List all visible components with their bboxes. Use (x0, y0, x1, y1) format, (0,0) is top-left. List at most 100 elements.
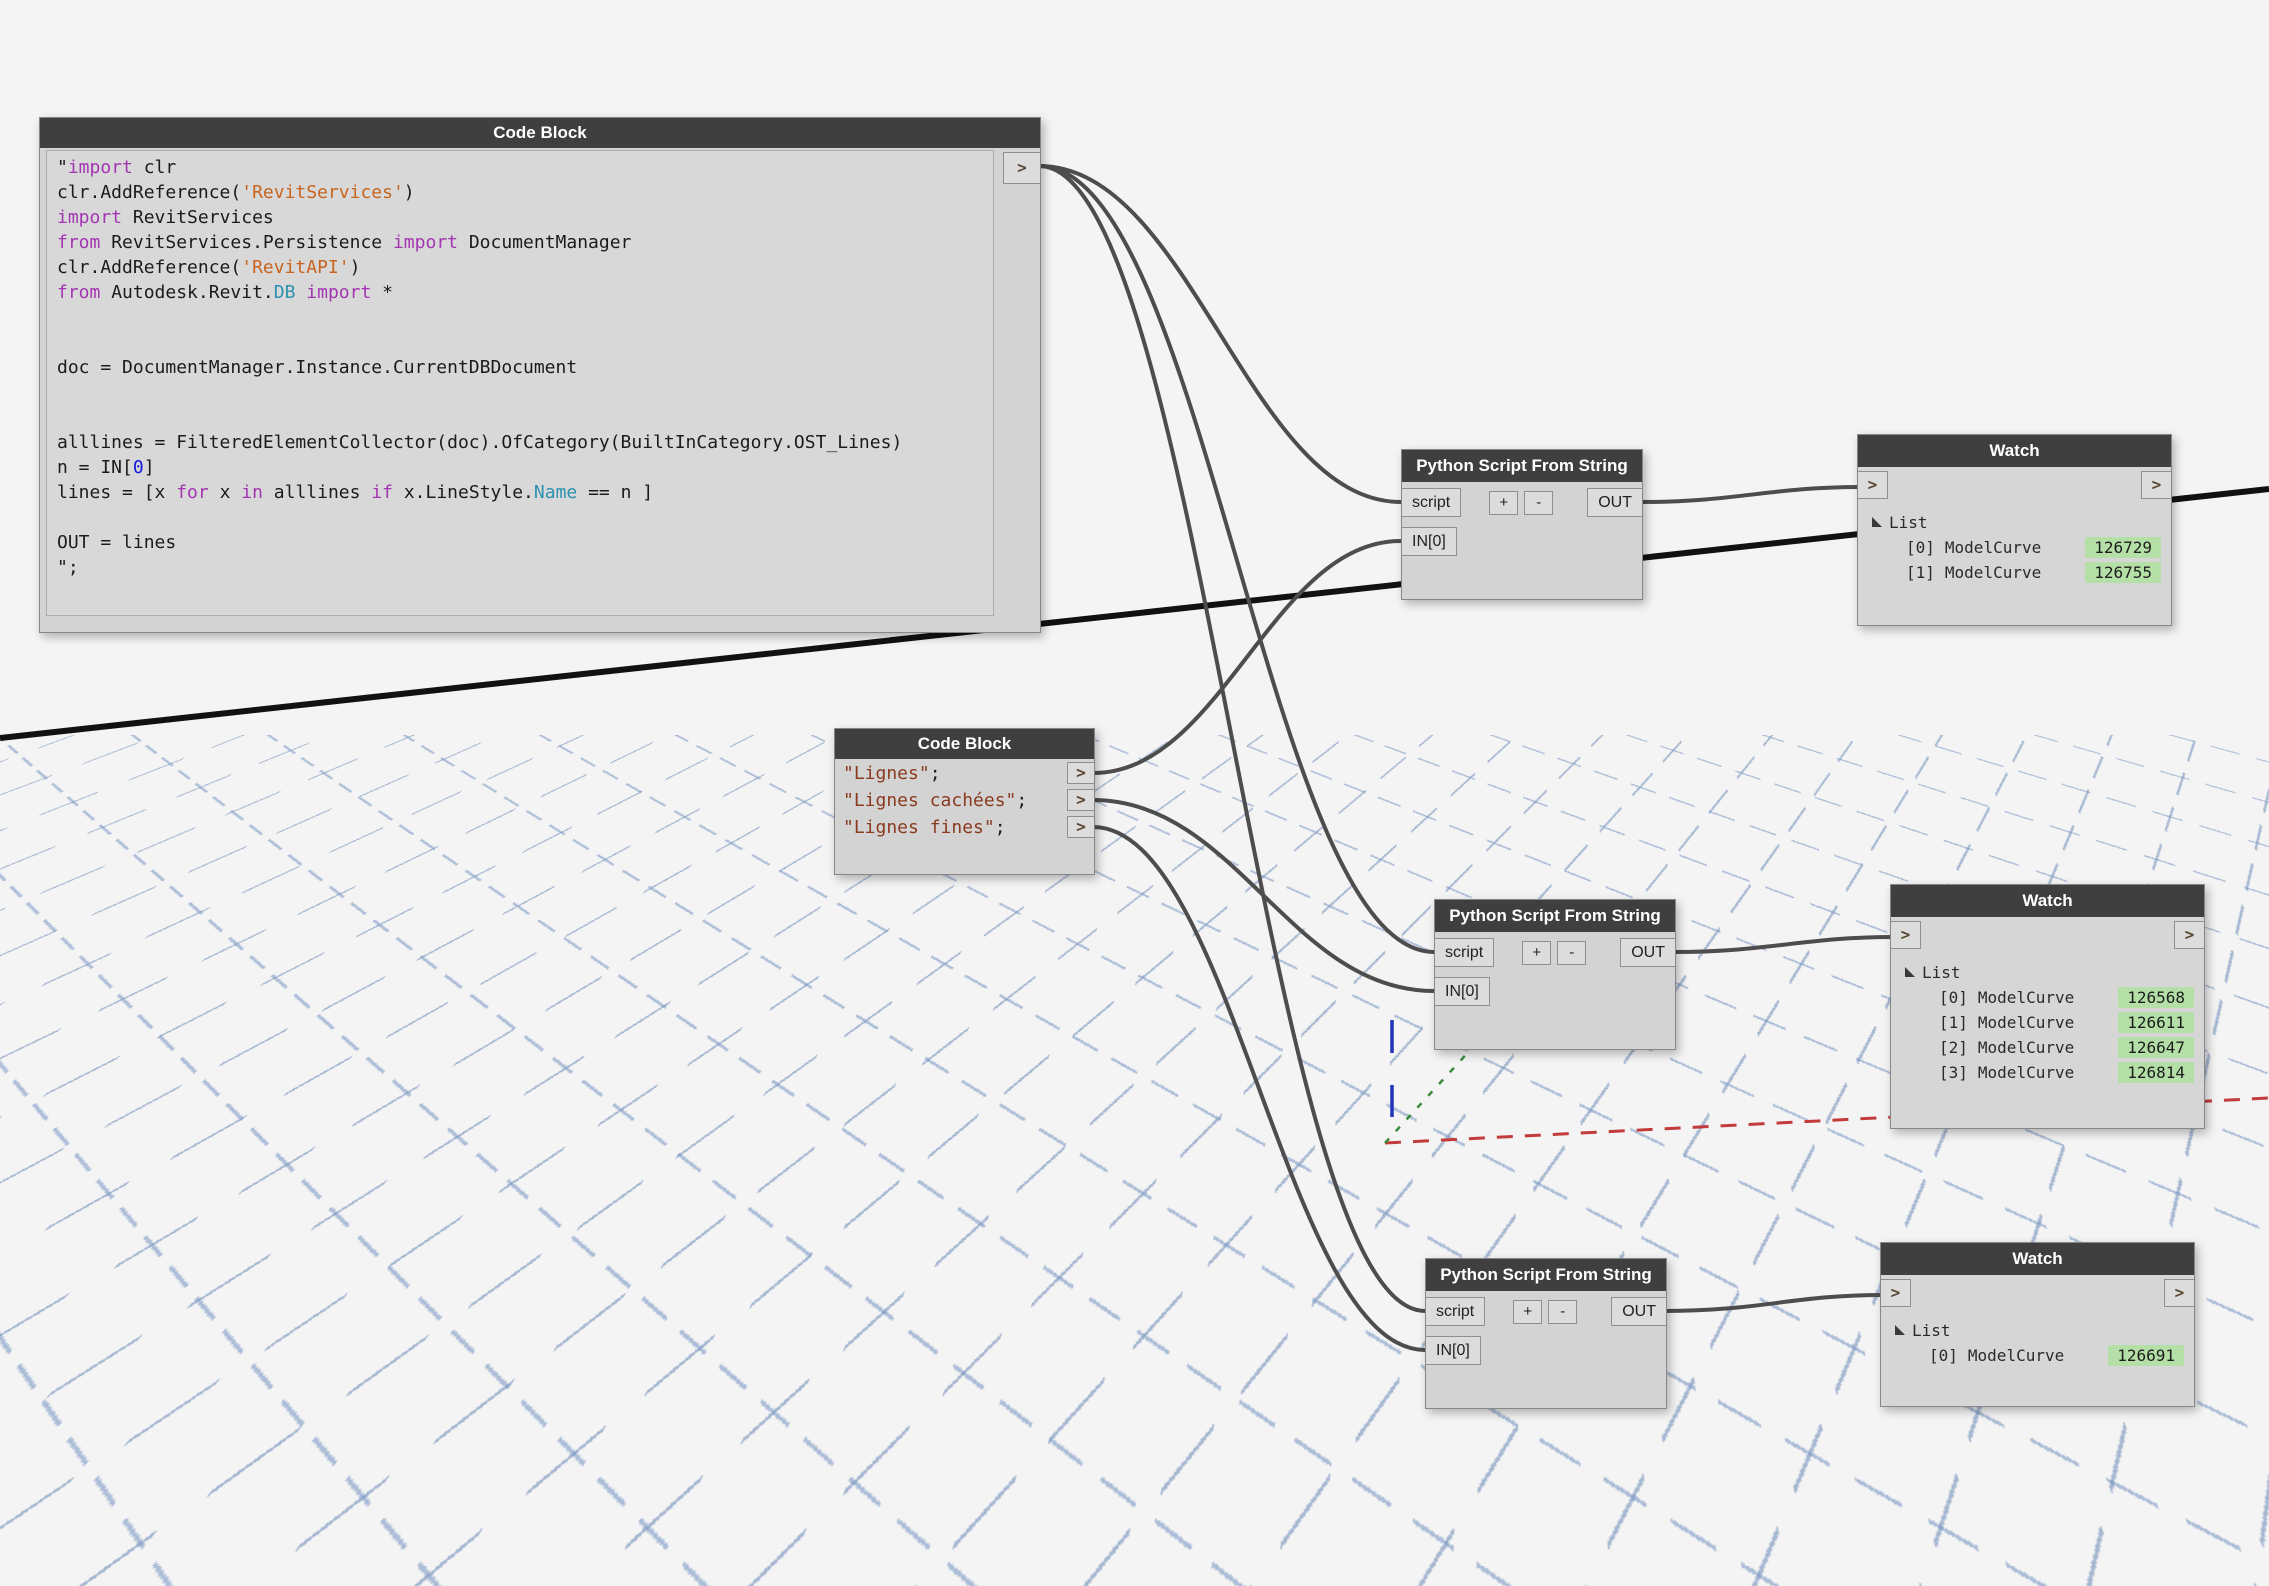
input-port-script[interactable]: script (1435, 938, 1494, 967)
dynamo-workspace-canvas[interactable]: Code Block "import clrclr.AddReference('… (0, 0, 2269, 1586)
python-script-node-2[interactable]: Python Script From String script + - OUT… (1434, 899, 1676, 1050)
input-port-script[interactable]: script (1402, 488, 1461, 517)
chevron-right-icon: > (1076, 792, 1086, 808)
wire[interactable] (1039, 166, 1425, 1311)
remove-input-button[interactable]: - (1524, 491, 1553, 515)
item-index: [2] (1939, 1038, 1968, 1057)
semicolon: ; (995, 817, 1006, 838)
python-script-node-3[interactable]: Python Script From String script + - OUT… (1425, 1258, 1667, 1409)
code-line: import RevitServices (57, 205, 983, 230)
watch-node-2[interactable]: Watch > > List [0] ModelCurve 126568 [1]… (1890, 884, 2205, 1129)
python-script-node-1[interactable]: Python Script From String script + - OUT… (1401, 449, 1643, 600)
list-item: [2] ModelCurve 126647 (1905, 1035, 2198, 1060)
wire[interactable] (1641, 487, 1860, 502)
input-port-in0[interactable]: IN[0] (1402, 527, 1457, 556)
element-id-badge: 126611 (2118, 1012, 2194, 1033)
item-index: [3] (1939, 1063, 1968, 1082)
code-line: clr.AddReference('RevitAPI') (57, 255, 983, 280)
chevron-right-icon: > (1076, 765, 1086, 781)
list-item: [1] ModelCurve 126611 (1905, 1010, 2198, 1035)
node-title[interactable]: Watch (1881, 1243, 2194, 1275)
remove-input-button[interactable]: - (1548, 1300, 1577, 1324)
node-title[interactable]: Watch (1858, 435, 2171, 467)
list-expander[interactable]: List (1895, 1317, 2188, 1343)
node-title[interactable]: Code Block (835, 729, 1094, 759)
code-line: doc = DocumentManager.Instance.CurrentDB… (57, 355, 983, 380)
expander-triangle-icon (1872, 517, 1882, 527)
input-port[interactable]: > (1858, 471, 1888, 499)
code-row[interactable]: "Lignes cachées" ; > (835, 787, 1094, 813)
input-port-in0[interactable]: IN[0] (1435, 977, 1490, 1006)
element-id-badge: 126729 (2085, 537, 2161, 558)
wire[interactable] (1039, 166, 1401, 502)
list-expander[interactable]: List (1905, 959, 2198, 985)
list-label: List (1922, 963, 1961, 982)
element-id-badge: 126814 (2118, 1062, 2194, 1083)
code-line: "; (57, 555, 983, 580)
chevron-right-icon: > (1076, 819, 1086, 835)
code-line (57, 380, 983, 405)
code-editor[interactable]: "import clrclr.AddReference('RevitServic… (46, 150, 994, 616)
watch-node-3[interactable]: Watch > > List [0] ModelCurve 126691 (1880, 1242, 2195, 1407)
chevron-right-icon: > (1901, 927, 1911, 943)
wire[interactable] (1674, 937, 1893, 952)
chevron-right-icon: > (1891, 1285, 1901, 1301)
code-line: OUT = lines (57, 530, 983, 555)
output-port[interactable]: > (1067, 816, 1094, 838)
semicolon: ; (1016, 790, 1027, 811)
output-port[interactable]: > (1067, 762, 1094, 784)
watch-list: List [0] ModelCurve 126691 (1881, 1309, 2194, 1368)
wire[interactable] (1039, 166, 1434, 952)
input-port[interactable]: > (1881, 1279, 1911, 1307)
node-title[interactable]: Python Script From String (1426, 1259, 1666, 1291)
node-title[interactable]: Watch (1891, 885, 2204, 917)
code-block-node-strings[interactable]: Code Block "Lignes" ; > "Lignes cachées"… (834, 728, 1095, 875)
output-port[interactable]: > (1003, 152, 1040, 184)
item-type: ModelCurve (1978, 1013, 2074, 1032)
list-label: List (1912, 1321, 1951, 1340)
wire[interactable] (1093, 800, 1434, 991)
code-row[interactable]: "Lignes fines" ; > (835, 814, 1094, 840)
output-port[interactable]: > (2164, 1279, 2194, 1307)
item-type: ModelCurve (1945, 563, 2041, 582)
remove-input-button[interactable]: - (1557, 941, 1586, 965)
code-line: alllines = FilteredElementCollector(doc)… (57, 430, 983, 455)
watch-node-1[interactable]: Watch > > List [0] ModelCurve 126729 [1]… (1857, 434, 2172, 626)
input-port[interactable]: > (1891, 921, 1921, 949)
add-input-button[interactable]: + (1513, 1300, 1542, 1324)
item-type: ModelCurve (1978, 988, 2074, 1007)
string-literal: "Lignes cachées" (843, 790, 1016, 811)
output-port-out[interactable]: OUT (1587, 488, 1642, 517)
item-index: [0] (1906, 538, 1935, 557)
wire[interactable] (1093, 541, 1401, 773)
output-port[interactable]: > (2141, 471, 2171, 499)
node-title[interactable]: Python Script From String (1435, 900, 1675, 932)
element-id-badge: 126568 (2118, 987, 2194, 1008)
code-line: clr.AddReference('RevitServices') (57, 180, 983, 205)
input-port-script[interactable]: script (1426, 1297, 1485, 1326)
node-title[interactable]: Code Block (40, 118, 1040, 148)
node-title[interactable]: Python Script From String (1402, 450, 1642, 482)
code-block-node-main[interactable]: Code Block "import clrclr.AddReference('… (39, 117, 1041, 633)
expander-triangle-icon (1905, 967, 1915, 977)
code-line (57, 330, 983, 355)
wire[interactable] (1665, 1295, 1883, 1311)
list-expander[interactable]: List (1872, 509, 2165, 535)
chevron-right-icon: > (1017, 160, 1027, 176)
code-row[interactable]: "Lignes" ; > (835, 760, 1094, 786)
output-port-out[interactable]: OUT (1620, 938, 1675, 967)
code-line (57, 305, 983, 330)
chevron-right-icon: > (2152, 477, 2162, 493)
watch-list: List [0] ModelCurve 126568 [1] ModelCurv… (1891, 951, 2204, 1085)
item-type: ModelCurve (1978, 1063, 2074, 1082)
add-input-button[interactable]: + (1522, 941, 1551, 965)
item-index: [1] (1906, 563, 1935, 582)
code-line: n = IN[0] (57, 455, 983, 480)
input-port-in0[interactable]: IN[0] (1426, 1336, 1481, 1365)
output-port[interactable]: > (2174, 921, 2204, 949)
output-port-out[interactable]: OUT (1611, 1297, 1666, 1326)
string-literal: "Lignes" (843, 763, 930, 784)
output-port[interactable]: > (1067, 789, 1094, 811)
add-input-button[interactable]: + (1489, 491, 1518, 515)
item-index: [0] (1929, 1346, 1958, 1365)
